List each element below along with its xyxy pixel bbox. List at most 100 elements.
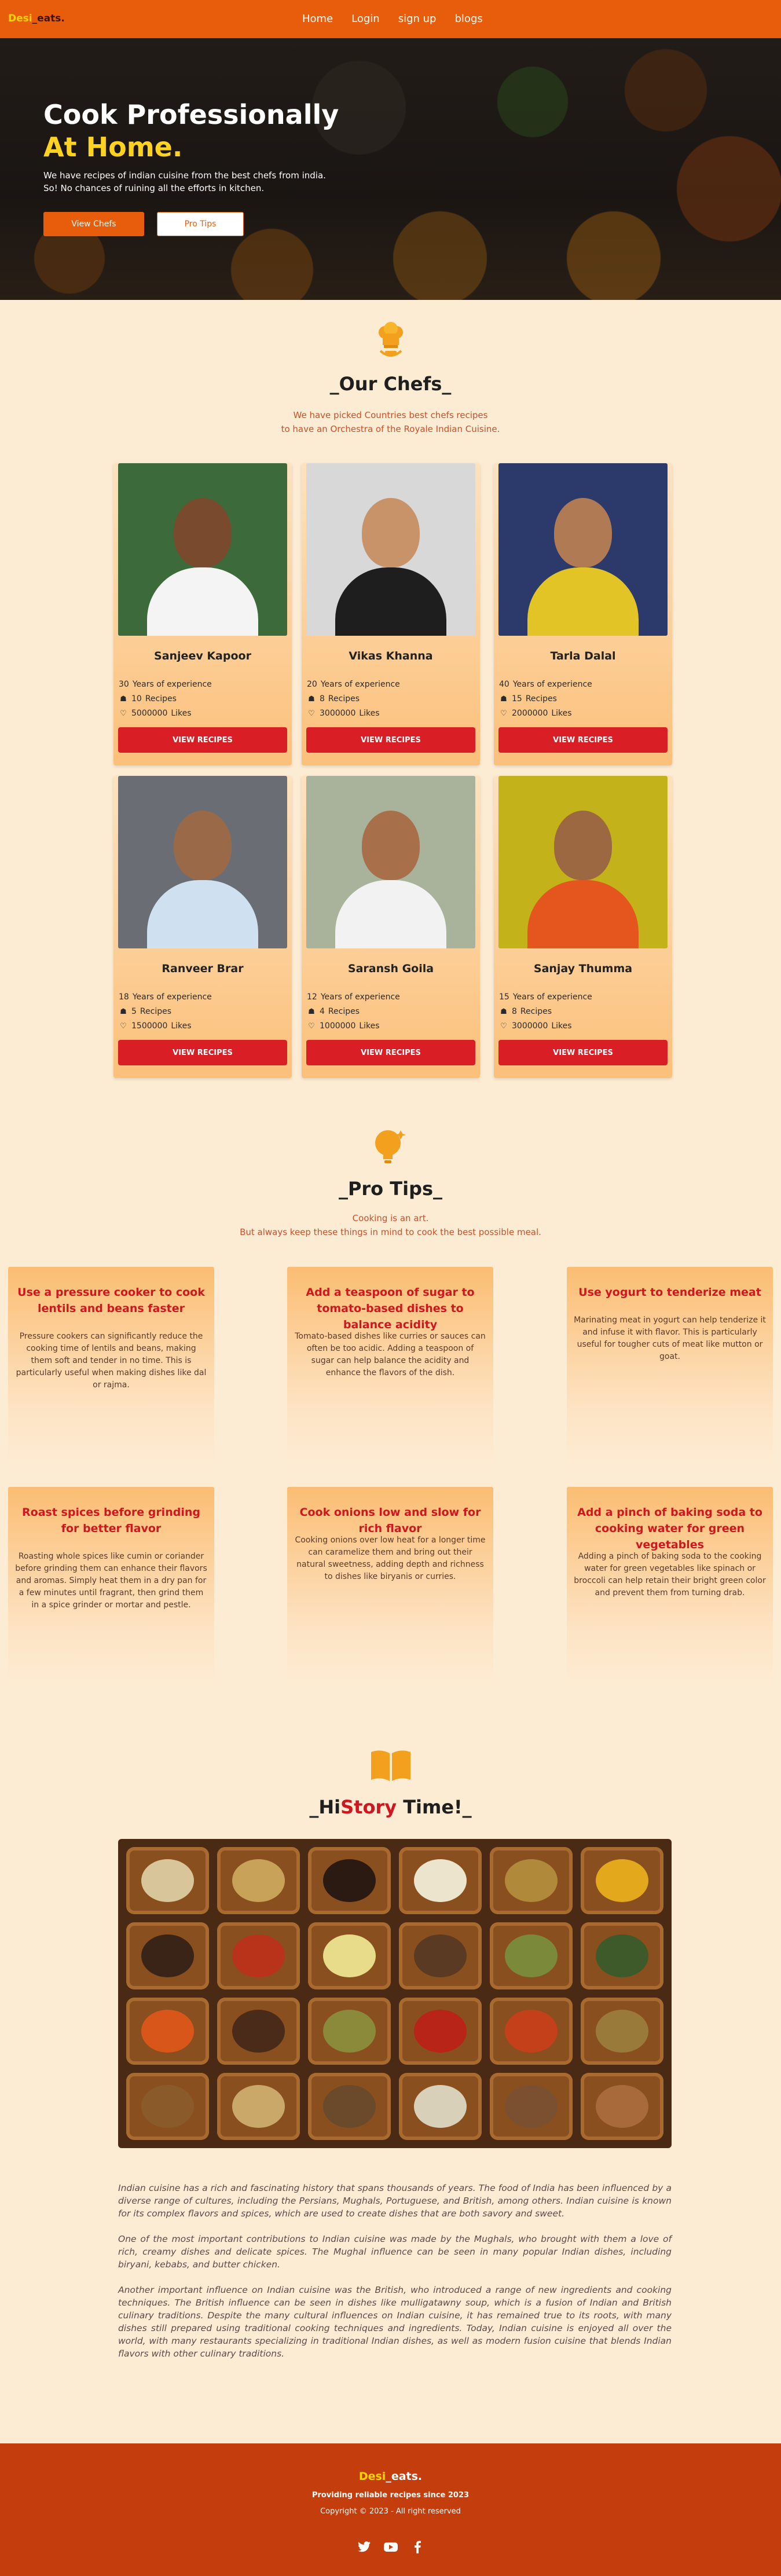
chef-small-icon: ☗ (120, 1007, 127, 1016)
tips-section-title: _Pro Tips_ (338, 1178, 443, 1200)
nav-login-link[interactable]: Login (351, 13, 380, 25)
chef-stats: 15 Years of experience ☗ 8 Recipes ♡ 3000000… (499, 990, 592, 1034)
experience-row: 12 Years of experience (307, 990, 400, 1005)
likes-value: 3000000 (512, 1021, 548, 1031)
years-label: Years of experience (512, 992, 592, 1002)
chef-name: Sanjay Thumma (533, 962, 633, 975)
chef-stats: 18 Years of experience ☗ 5 Recipes ♡ 1500000… (119, 990, 212, 1034)
chefs-section-title: _Our Chefs_ (329, 373, 452, 395)
chef-photo (118, 463, 287, 636)
experience-row: 20 Years of experience (307, 677, 400, 692)
tip-title: Cook onions low and slow for rich flavor (299, 1506, 481, 1535)
experience-row: 18 Years of experience (119, 990, 212, 1005)
hero-title-line1: Cook Professionally (43, 99, 339, 130)
view-recipes-button[interactable]: VIEW RECIPES (118, 727, 287, 753)
social-links (0, 2540, 781, 2555)
tip-title: Roast spices before grinding for better … (22, 1506, 200, 1535)
tip-text: Pressure cookers can significantly reduc… (16, 1332, 207, 1390)
history-paragraph: One of the most important contributions … (118, 2234, 672, 2270)
chef-name: Ranveer Brar (162, 962, 244, 975)
brand-part1: Desi (8, 13, 32, 24)
likes-row: ♡ 2000000 Likes (499, 706, 592, 721)
nav-links: Home Login sign up blogs (302, 13, 483, 25)
view-recipes-button[interactable]: VIEW RECIPES (498, 727, 668, 753)
recipes-label: Recipes (328, 694, 360, 703)
recipes-value: 8 (512, 1007, 517, 1016)
chef-card: Sanjeev Kapoor 30 Years of experience ☗ 10… (113, 463, 292, 765)
chef-card: Saransh Goila 12 Years of experience ☗ 4 Re… (302, 776, 480, 1078)
tip-text: Roasting whole spices like cumin or cori… (15, 1552, 207, 1610)
recipes-label: Recipes (525, 694, 557, 703)
nav-home-link[interactable]: Home (302, 13, 333, 25)
recipes-row: ☗ 4 Recipes (307, 1005, 400, 1019)
book-icon (0, 1749, 781, 1783)
history-paragraph: Indian cuisine has a rich and fascinatin… (118, 2183, 672, 2219)
likes-value: 1000000 (320, 1021, 356, 1031)
tip-title: Add a teaspoon of sugar to tomato-based … (306, 1286, 475, 1331)
chef-small-icon: ☗ (120, 695, 127, 703)
years-label: Years of experience (320, 992, 400, 1002)
hero-banner: Cook Professionally At Home. We have rec… (0, 38, 781, 300)
chef-name: Tarla Dalal (550, 650, 616, 662)
brand-part2: _eats. (32, 13, 65, 24)
recipes-value: 4 (320, 1007, 325, 1016)
footer-tagline: Providing reliable recipes since 2023 (311, 2491, 470, 2500)
tip-title: Use yogurt to tenderize meat (578, 1286, 761, 1299)
hero-content: Cook Professionally At Home. We have rec… (43, 98, 368, 236)
experience-row: 15 Years of experience (499, 990, 592, 1005)
view-recipes-button[interactable]: VIEW RECIPES (306, 1040, 475, 1065)
likes-row: ♡ 3000000 Likes (499, 1019, 592, 1034)
chefs-section-subtitle: We have picked Countries best chefs reci… (0, 408, 781, 436)
thumbs-up-icon: ♡ (308, 709, 315, 718)
tip-card: Roast spices before grinding for better … (8, 1487, 214, 1688)
brand-logo[interactable]: Desi_eats. (8, 13, 65, 24)
likes-row: ♡ 5000000 Likes (119, 706, 212, 721)
footer-brand[interactable]: Desi_eats. (0, 2470, 781, 2483)
experience-row: 40 Years of experience (499, 677, 592, 692)
facebook-icon[interactable] (410, 2540, 425, 2555)
youtube-icon[interactable] (383, 2540, 398, 2555)
likes-row: ♡ 1000000 Likes (307, 1019, 400, 1034)
chef-hat-icon (0, 322, 781, 362)
chef-small-icon: ☗ (308, 1007, 315, 1016)
likes-value: 3000000 (320, 709, 356, 718)
recipes-row: ☗ 15 Recipes (499, 692, 592, 706)
years-value: 15 (499, 992, 509, 1002)
chef-stats: 30 Years of experience ☗ 10 Recipes ♡ 500000… (119, 677, 212, 721)
recipes-value: 5 (131, 1007, 137, 1016)
years-value: 20 (307, 680, 317, 689)
years-value: 40 (499, 680, 509, 689)
chef-card: Sanjay Thumma 15 Years of experience ☗ 8 Re… (494, 776, 672, 1078)
hero-title: Cook Professionally At Home. (43, 98, 368, 163)
pro-tips-button[interactable]: Pro Tips (157, 212, 244, 236)
thumbs-up-icon: ♡ (120, 709, 127, 718)
experience-row: 30 Years of experience (119, 677, 212, 692)
view-recipes-button[interactable]: VIEW RECIPES (118, 1040, 287, 1065)
view-chefs-button[interactable]: View Chefs (43, 212, 144, 236)
tip-text: Tomato-based dishes like curries or sauc… (295, 1332, 486, 1377)
history-title-part2: Story (340, 1796, 397, 1818)
likes-label: Likes (551, 709, 572, 718)
tip-card: Use yogurt to tenderize meat Marinating … (567, 1267, 773, 1468)
years-value: 12 (307, 992, 317, 1002)
chef-photo (498, 463, 668, 636)
years-label: Years of experience (132, 680, 212, 689)
twitter-icon[interactable] (357, 2540, 372, 2555)
hero-subtitle-line1: We have recipes of indian cuisine from t… (43, 170, 326, 181)
lightbulb-icon (0, 1126, 781, 1167)
recipes-label: Recipes (328, 1007, 360, 1016)
hero-title-line2: At Home. (43, 131, 183, 163)
likes-label: Likes (551, 1021, 572, 1031)
view-recipes-button[interactable]: VIEW RECIPES (306, 727, 475, 753)
likes-value: 5000000 (131, 709, 168, 718)
chefs-subtitle-line2: to have an Orchestra of the Royale India… (281, 424, 500, 434)
tip-card: Cook onions low and slow for rich flavor… (287, 1487, 493, 1688)
nav-signup-link[interactable]: sign up (398, 13, 437, 25)
chef-stats: 40 Years of experience ☗ 15 Recipes ♡ 200000… (499, 677, 592, 721)
hero-subtitle: We have recipes of indian cuisine from t… (43, 169, 368, 195)
view-recipes-button[interactable]: VIEW RECIPES (498, 1040, 668, 1065)
nav-blogs-link[interactable]: blogs (455, 13, 483, 25)
chef-photo (306, 776, 475, 948)
years-label: Years of experience (320, 680, 400, 689)
history-title-part1: _Hi (309, 1796, 341, 1818)
